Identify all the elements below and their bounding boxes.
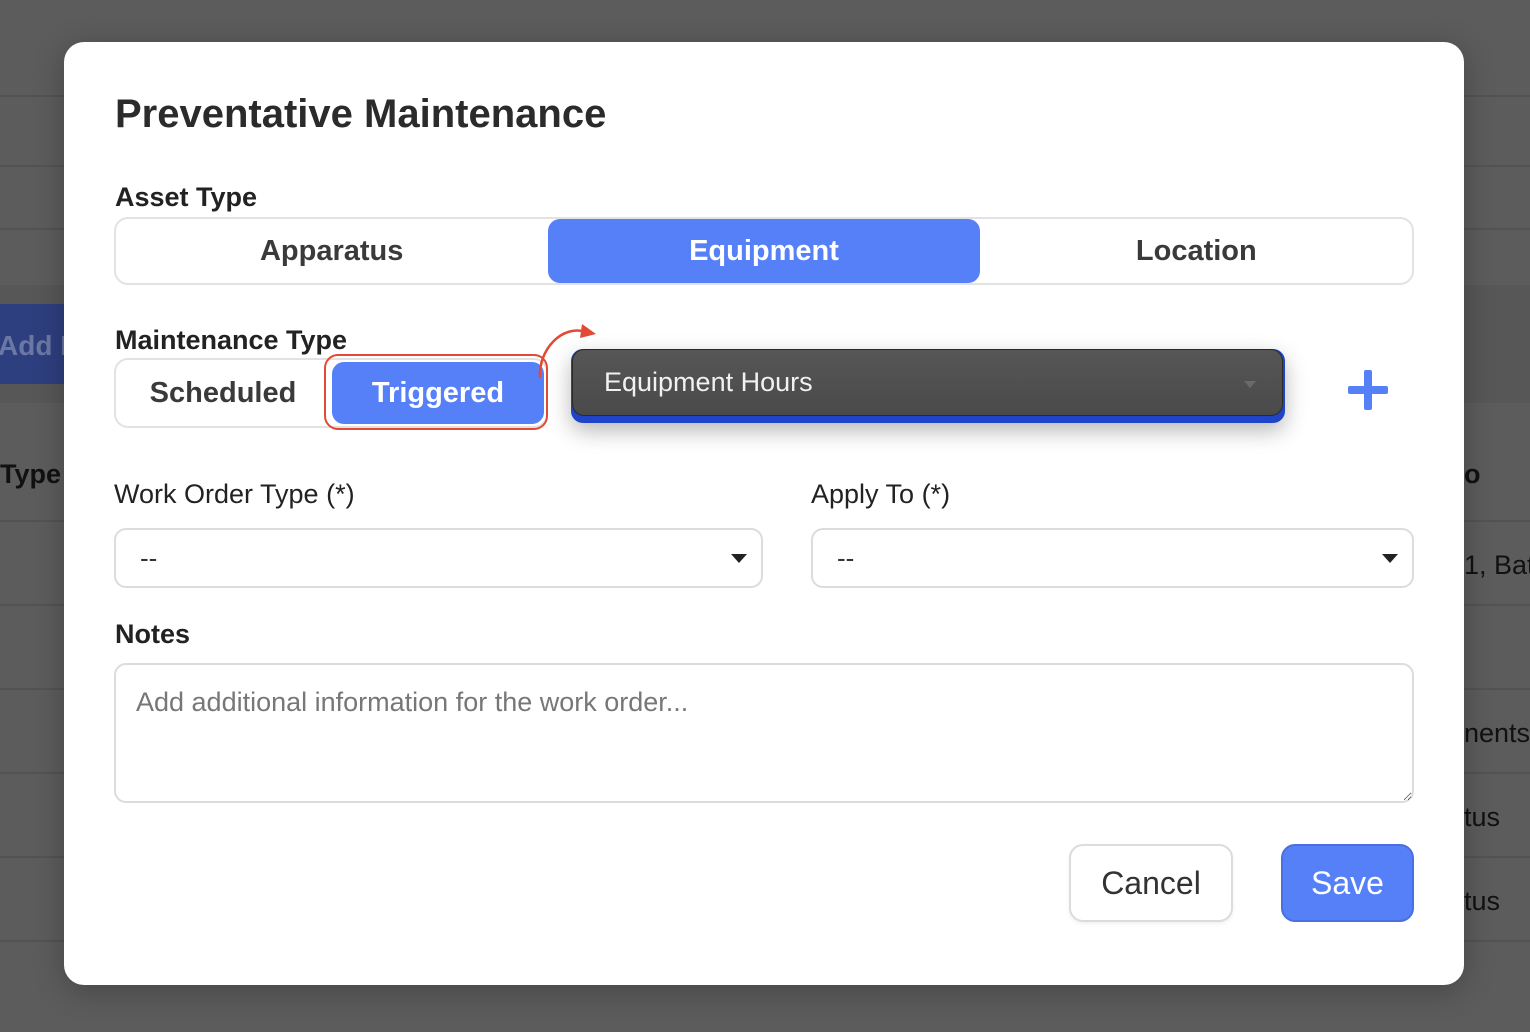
modal-title: Preventative Maintenance	[115, 92, 607, 136]
trigger-type-select[interactable]: Equipment Hours	[572, 349, 1283, 416]
asset-type-segmented-control: Apparatus Equipment Location	[114, 217, 1414, 285]
trigger-type-value: Equipment Hours	[604, 367, 813, 397]
maintenance-type-scheduled-option[interactable]: Scheduled	[116, 360, 330, 426]
maintenance-type-label: Maintenance Type	[115, 325, 348, 355]
plus-icon[interactable]	[1346, 368, 1390, 412]
work-order-type-select[interactable]: --	[114, 528, 763, 588]
asset-type-equipment-option[interactable]: Equipment	[548, 219, 980, 283]
preventative-maintenance-modal: Preventative Maintenance Asset Type Appa…	[64, 42, 1464, 985]
save-button[interactable]: Save	[1281, 844, 1414, 922]
bg-table-header-type: Type	[0, 459, 62, 489]
trigger-select-wrapper: Equipment Hours	[571, 349, 1285, 423]
apply-to-value: --	[837, 542, 855, 573]
cancel-button[interactable]: Cancel	[1069, 844, 1233, 922]
apply-to-select[interactable]: --	[811, 528, 1414, 588]
asset-type-location-option[interactable]: Location	[981, 219, 1412, 283]
asset-type-label: Asset Type	[115, 182, 258, 212]
bg-row-text: tus	[1464, 802, 1501, 832]
bg-row-text: nents	[1464, 718, 1530, 748]
bg-table-header-right: o	[1464, 459, 1481, 489]
chevron-down-icon	[1382, 554, 1398, 563]
chevron-down-icon	[1244, 381, 1256, 388]
maintenance-type-segmented-control: Scheduled Triggered	[114, 358, 548, 428]
notes-textarea[interactable]	[114, 663, 1414, 803]
bg-add-button: Add M	[0, 304, 64, 384]
bg-row-text: tus	[1464, 886, 1501, 916]
work-order-type-value: --	[140, 542, 158, 573]
work-order-type-label: Work Order Type (*)	[114, 479, 355, 509]
chevron-down-icon	[731, 554, 747, 563]
bg-add-button-label: Add M	[0, 330, 64, 361]
apply-to-label: Apply To (*)	[811, 479, 951, 509]
asset-type-apparatus-option[interactable]: Apparatus	[116, 219, 547, 283]
bg-row-text: 1, Bat	[1464, 550, 1530, 580]
notes-label: Notes	[115, 619, 191, 649]
maintenance-type-triggered-option[interactable]: Triggered	[332, 362, 544, 424]
